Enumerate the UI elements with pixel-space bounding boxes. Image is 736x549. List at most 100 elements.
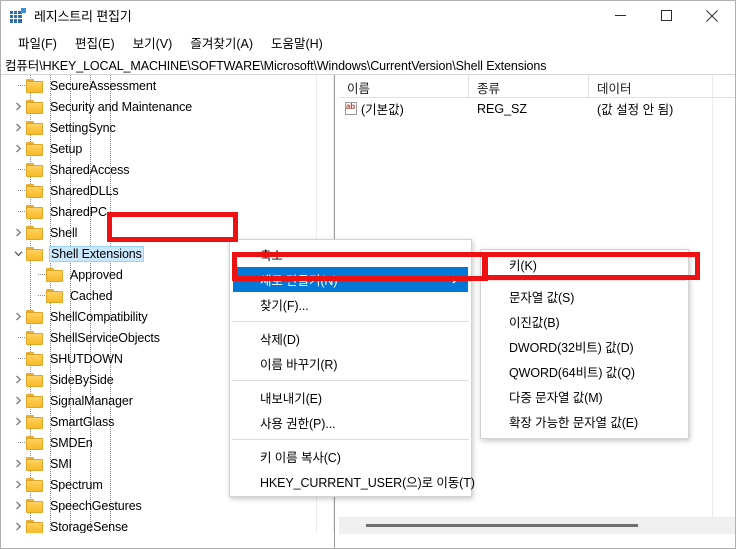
- tree-item[interactable]: StorageSense: [2, 516, 315, 533]
- tree-item-label: SMDEn: [50, 435, 93, 450]
- context-menu-item[interactable]: 삭제(D): [230, 326, 471, 351]
- tree-item[interactable]: SharedAccess: [2, 159, 315, 180]
- tree-item[interactable]: SettingSync: [2, 117, 315, 138]
- submenu-item[interactable]: 이진값(B): [481, 309, 688, 334]
- tree-item-label: SideBySide: [50, 372, 114, 387]
- context-menu-item[interactable]: 키 이름 복사(C): [230, 444, 471, 469]
- tree-expander-expanded[interactable]: [10, 243, 26, 264]
- folder-icon: [26, 351, 44, 366]
- tree-leaf-connector: [10, 327, 26, 348]
- tree-expander[interactable]: [10, 390, 26, 411]
- column-header-2[interactable]: 데이터: [589, 75, 735, 97]
- list-rows: ab (기본값) REG_SZ (값 설정 안 됨): [339, 98, 735, 119]
- registry-editor-window: 레지스트리 편집기 파일(F) 편집(E) 보기(V) 즐겨찾기(A) 도움말(H): [0, 0, 736, 549]
- folder-icon: [26, 498, 44, 513]
- minimize-button[interactable]: [597, 1, 643, 30]
- folder-icon: [26, 435, 44, 450]
- context-menu-item[interactable]: 축소: [230, 242, 471, 267]
- folder-icon: [26, 225, 44, 240]
- address-bar[interactable]: 컴퓨터\HKEY_LOCAL_MACHINE\SOFTWARE\Microsof…: [1, 54, 735, 75]
- close-icon: [706, 9, 718, 22]
- table-row[interactable]: ab (기본값) REG_SZ (값 설정 안 됨): [339, 98, 735, 119]
- tree-leaf-connector: [10, 180, 26, 201]
- folder-icon: [26, 519, 44, 533]
- menu-item-4[interactable]: 도움말(H): [262, 31, 332, 54]
- tree-item[interactable]: Setup: [2, 138, 315, 159]
- tree-expander[interactable]: [10, 117, 26, 138]
- tree-item-label: SharedPC: [50, 204, 107, 219]
- context-menu-item[interactable]: 사용 권한(P)...: [230, 410, 471, 435]
- tree-expander[interactable]: [10, 474, 26, 495]
- context-menu-item[interactable]: HKEY_CURRENT_USER(으)로 이동(T): [230, 469, 475, 494]
- context-menu-item[interactable]: 찾기(F)...: [230, 292, 471, 317]
- tree-expander[interactable]: [10, 516, 26, 533]
- close-button[interactable]: [689, 1, 735, 30]
- folder-icon: [26, 330, 44, 345]
- value-data-cell: (값 설정 안 됨): [597, 103, 674, 117]
- submenu-item[interactable]: 문자열 값(S): [481, 284, 688, 309]
- new-submenu[interactable]: 키(K) 문자열 값(S) 이진값(B) DWORD(32비트) 값(D) QWORD(…: [480, 249, 689, 439]
- menu-item-0[interactable]: 파일(F): [9, 31, 66, 54]
- tree-item[interactable]: SharedPC: [2, 201, 315, 222]
- window-title: 레지스트리 편집기: [34, 9, 132, 24]
- string-value-icon: ab: [344, 101, 358, 116]
- submenu-item[interactable]: QWORD(64비트) 값(Q): [481, 359, 688, 384]
- tree-leaf-connector: [30, 285, 46, 306]
- list-horizontal-scrollbar[interactable]: [339, 517, 735, 534]
- context-menu-item-label: 삭제(D): [260, 333, 300, 347]
- menu-item-1[interactable]: 편집(E): [66, 31, 124, 54]
- folder-icon: [26, 99, 44, 114]
- folder-icon: [26, 309, 44, 324]
- tree-leaf-connector: [10, 159, 26, 180]
- tree-expander[interactable]: [10, 495, 26, 516]
- menu-item-3[interactable]: 즐겨찾기(A): [181, 31, 262, 54]
- tree-leaf-connector: [10, 75, 26, 96]
- chevron-right-icon: [15, 417, 21, 426]
- column-header-0[interactable]: 이름: [339, 75, 469, 97]
- submenu-item[interactable]: DWORD(32비트) 값(D): [481, 334, 688, 359]
- list-hscroll-thumb[interactable]: [366, 524, 638, 527]
- menu-item-2[interactable]: 보기(V): [124, 31, 182, 54]
- title-bar: 레지스트리 편집기: [1, 1, 735, 30]
- tree-leaf-connector: [30, 264, 46, 285]
- context-menu-item[interactable]: 내보내기(E): [230, 385, 471, 410]
- tree-item-label: SmartGlass: [50, 414, 115, 429]
- tree-item-label: StorageSense: [50, 519, 129, 534]
- tree-expander[interactable]: [10, 411, 26, 432]
- tree-expander[interactable]: [10, 138, 26, 159]
- submenu-item[interactable]: 확장 가능한 문자열 값(E): [481, 409, 688, 434]
- tree-expander[interactable]: [10, 453, 26, 474]
- tree-expander[interactable]: [10, 96, 26, 117]
- folder-icon: [46, 267, 64, 282]
- tree-item[interactable]: SharedDLLs: [2, 180, 315, 201]
- submenu-item[interactable]: 키(K): [481, 252, 688, 277]
- folder-icon: [26, 120, 44, 135]
- chevron-right-icon: [15, 522, 21, 531]
- tree-expander[interactable]: [10, 222, 26, 243]
- context-menu-item[interactable]: 새로 만들기(N): [233, 267, 468, 292]
- submenu-separator: [483, 280, 686, 281]
- context-menu-item[interactable]: 이름 바꾸기(R): [230, 351, 471, 376]
- tree-item[interactable]: SecureAssessment: [2, 75, 315, 96]
- tree-item-label: Shell: [50, 225, 78, 240]
- value-type-cell: REG_SZ: [477, 101, 528, 116]
- folder-icon: [26, 246, 44, 261]
- context-menu[interactable]: 축소새로 만들기(N) 찾기(F)... 삭제(D) 이름 바꾸기(R) 내보내기(E)…: [229, 239, 475, 497]
- tree-expander[interactable]: [10, 369, 26, 390]
- submenu-item[interactable]: 다중 문자열 값(M): [481, 384, 688, 409]
- context-menu-item-label: 새로 만들기(N): [260, 274, 338, 288]
- tree-expander[interactable]: [10, 306, 26, 327]
- maximize-button[interactable]: [643, 1, 689, 30]
- value-name-cell: ab (기본값): [339, 99, 469, 118]
- column-header-1[interactable]: 종류: [469, 75, 589, 97]
- chevron-right-icon: [15, 480, 21, 489]
- window-controls: [597, 1, 735, 30]
- chevron-right-icon: [15, 123, 21, 132]
- tree-item[interactable]: Security and Maintenance: [2, 96, 315, 117]
- tree-item-label: SpeechGestures: [50, 498, 142, 513]
- context-menu-separator: [232, 380, 469, 381]
- tree-item[interactable]: SpeechGestures: [2, 495, 315, 516]
- chevron-right-icon: [15, 144, 21, 153]
- menu-bar: 파일(F) 편집(E) 보기(V) 즐겨찾기(A) 도움말(H): [1, 30, 735, 54]
- folder-icon: [26, 372, 44, 387]
